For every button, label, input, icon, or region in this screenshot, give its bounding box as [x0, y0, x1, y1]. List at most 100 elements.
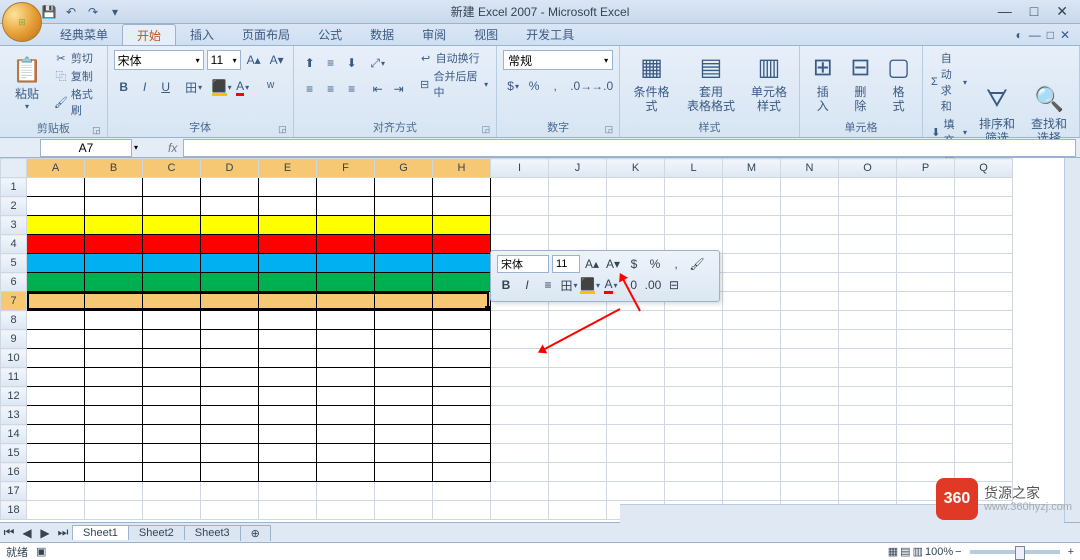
cell[interactable] — [375, 444, 433, 463]
cell[interactable] — [839, 387, 897, 406]
cell[interactable] — [723, 463, 781, 482]
cell[interactable] — [955, 254, 1013, 273]
cell[interactable] — [375, 178, 433, 197]
cell[interactable] — [491, 406, 549, 425]
cell[interactable] — [317, 406, 375, 425]
cut-button[interactable]: ✂剪切 — [52, 50, 101, 66]
cell[interactable] — [897, 292, 955, 311]
inc-decimal-button[interactable]: .0→ — [571, 76, 591, 96]
sheet-nav-next[interactable]: ▶ — [36, 526, 54, 540]
cell[interactable] — [897, 197, 955, 216]
cell[interactable] — [201, 349, 259, 368]
cell[interactable] — [723, 273, 781, 292]
cell[interactable] — [433, 501, 491, 520]
autosum-button[interactable]: Σ自动求和 — [929, 50, 969, 114]
format-cells-button[interactable]: ▢格式 — [881, 50, 916, 117]
sheet-insert-tab[interactable]: ⊕ — [240, 525, 271, 541]
sheet-nav-first[interactable]: ⏮ — [0, 525, 18, 540]
copy-button[interactable]: ⿻复制 — [52, 68, 101, 84]
cell[interactable] — [607, 425, 665, 444]
cell[interactable] — [27, 330, 85, 349]
table-format-button[interactable]: ▤套用 表格格式 — [681, 50, 741, 117]
cell[interactable] — [259, 235, 317, 254]
cell[interactable] — [955, 292, 1013, 311]
row-header[interactable]: 8 — [1, 311, 27, 330]
cell[interactable] — [317, 501, 375, 520]
cell[interactable] — [723, 178, 781, 197]
cell[interactable] — [85, 311, 143, 330]
cell[interactable] — [781, 235, 839, 254]
doc-max-icon[interactable]: □ — [1047, 28, 1054, 42]
cell[interactable] — [201, 368, 259, 387]
cell[interactable] — [433, 311, 491, 330]
cell[interactable] — [607, 197, 665, 216]
fill-color-button[interactable]: ⬛ — [212, 77, 232, 97]
cell[interactable] — [491, 482, 549, 501]
cell[interactable] — [317, 254, 375, 273]
cell[interactable] — [143, 463, 201, 482]
cell[interactable] — [955, 273, 1013, 292]
cell[interactable] — [259, 311, 317, 330]
comma-button[interactable]: , — [545, 76, 565, 96]
cell[interactable] — [85, 368, 143, 387]
cell[interactable] — [781, 425, 839, 444]
cell[interactable] — [723, 197, 781, 216]
cell[interactable] — [549, 216, 607, 235]
col-header[interactable]: G — [375, 159, 433, 178]
cell[interactable] — [897, 254, 955, 273]
cell[interactable] — [27, 482, 85, 501]
indent-dec-button[interactable]: ⇤ — [368, 79, 388, 99]
cell[interactable] — [143, 425, 201, 444]
cell[interactable] — [433, 330, 491, 349]
cell[interactable] — [665, 349, 723, 368]
cell[interactable] — [85, 235, 143, 254]
cell[interactable] — [375, 292, 433, 311]
align-bottom-button[interactable]: ⬇ — [342, 53, 362, 73]
cell[interactable] — [27, 425, 85, 444]
row-header[interactable]: 1 — [1, 178, 27, 197]
row-header[interactable]: 16 — [1, 463, 27, 482]
cell[interactable] — [85, 330, 143, 349]
macro-icon[interactable]: ▣ — [36, 545, 46, 558]
italic-button[interactable]: I — [135, 77, 155, 97]
underline-button[interactable]: U — [156, 77, 176, 97]
merge-center-button[interactable]: ⊟合并后居中 — [417, 68, 490, 100]
tab-classic[interactable]: 经典菜单 — [46, 24, 122, 45]
tab-formulas[interactable]: 公式 — [304, 24, 356, 45]
number-format-combo[interactable]: 常规▾ — [503, 50, 613, 70]
cell[interactable] — [259, 482, 317, 501]
fx-icon[interactable]: fx — [168, 141, 177, 155]
cell[interactable] — [549, 197, 607, 216]
cell[interactable] — [27, 349, 85, 368]
zoom-out-button[interactable]: − — [955, 546, 961, 558]
cell[interactable] — [723, 444, 781, 463]
row-header[interactable]: 5 — [1, 254, 27, 273]
tab-developer[interactable]: 开发工具 — [512, 24, 588, 45]
cell[interactable] — [317, 197, 375, 216]
tab-data[interactable]: 数据 — [356, 24, 408, 45]
cell[interactable] — [259, 463, 317, 482]
cell[interactable] — [375, 273, 433, 292]
col-header[interactable]: N — [781, 159, 839, 178]
cell[interactable] — [375, 501, 433, 520]
mini-align[interactable]: ≡ — [539, 276, 557, 294]
cell[interactable] — [839, 311, 897, 330]
cell[interactable] — [27, 311, 85, 330]
cell[interactable] — [897, 273, 955, 292]
cell[interactable] — [375, 425, 433, 444]
cell[interactable] — [143, 273, 201, 292]
tab-review[interactable]: 审阅 — [408, 24, 460, 45]
cell[interactable] — [839, 178, 897, 197]
mini-italic[interactable]: I — [518, 276, 536, 294]
cell[interactable] — [665, 197, 723, 216]
cell[interactable] — [143, 311, 201, 330]
minimize-button[interactable]: — — [998, 3, 1012, 20]
cell[interactable] — [781, 482, 839, 501]
zoom-level[interactable]: 100% — [925, 546, 953, 558]
cell[interactable] — [607, 482, 665, 501]
cell[interactable] — [143, 501, 201, 520]
cell[interactable] — [839, 254, 897, 273]
cell[interactable] — [665, 425, 723, 444]
cell[interactable] — [375, 482, 433, 501]
cell[interactable] — [839, 444, 897, 463]
